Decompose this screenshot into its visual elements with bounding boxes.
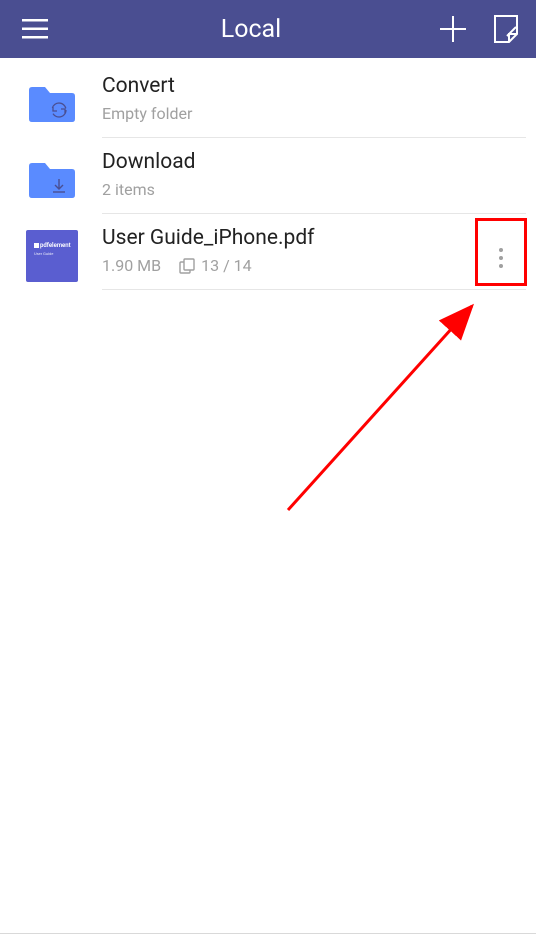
list-item[interactable]: Download 2 items bbox=[0, 150, 536, 214]
pdf-icon: pdfelement User Guide bbox=[26, 230, 78, 282]
folder-icon-download bbox=[26, 154, 78, 206]
row-body: User Guide_iPhone.pdf 1.90 MB 13 / 14 bbox=[102, 226, 526, 290]
row-body: Download 2 items bbox=[102, 150, 526, 214]
app-header: Local bbox=[0, 0, 536, 58]
more-vertical-icon bbox=[498, 246, 504, 270]
note-edit-icon bbox=[494, 15, 518, 43]
item-subtitle: Empty folder bbox=[102, 104, 526, 123]
plus-icon bbox=[440, 16, 466, 42]
pdf-thumbnail: pdfelement User Guide bbox=[26, 230, 78, 282]
pages-count: 13 / 14 bbox=[201, 256, 252, 275]
list-item[interactable]: pdfelement User Guide User Guide_iPhone.… bbox=[0, 226, 536, 290]
more-options-button[interactable] bbox=[476, 228, 526, 288]
item-title: Download bbox=[102, 150, 526, 174]
item-title: Convert bbox=[102, 74, 526, 98]
folder-icon bbox=[27, 160, 77, 200]
pdf-sub-label: User Guide bbox=[34, 251, 53, 256]
file-list: Convert Empty folder Download 2 items bbox=[0, 58, 536, 290]
item-subtitle: 2 items bbox=[102, 180, 526, 199]
pages-info: 13 / 14 bbox=[179, 256, 252, 275]
annotation-arrow bbox=[280, 288, 490, 518]
menu-button[interactable] bbox=[22, 19, 48, 39]
list-item[interactable]: Convert Empty folder bbox=[0, 74, 536, 138]
pages-icon bbox=[179, 258, 195, 274]
page-title: Local bbox=[221, 15, 282, 44]
folder-icon-convert bbox=[26, 78, 78, 130]
pdf-brand-label: pdfelement bbox=[34, 242, 71, 249]
item-subtitle: 1.90 MB 13 / 14 bbox=[102, 256, 526, 275]
row-body: Convert Empty folder bbox=[102, 74, 526, 138]
folder-icon bbox=[27, 84, 77, 124]
menu-icon bbox=[22, 19, 48, 39]
add-button[interactable] bbox=[440, 16, 466, 42]
file-size: 1.90 MB bbox=[102, 256, 161, 275]
item-title: User Guide_iPhone.pdf bbox=[102, 226, 526, 250]
note-edit-button[interactable] bbox=[494, 15, 518, 43]
